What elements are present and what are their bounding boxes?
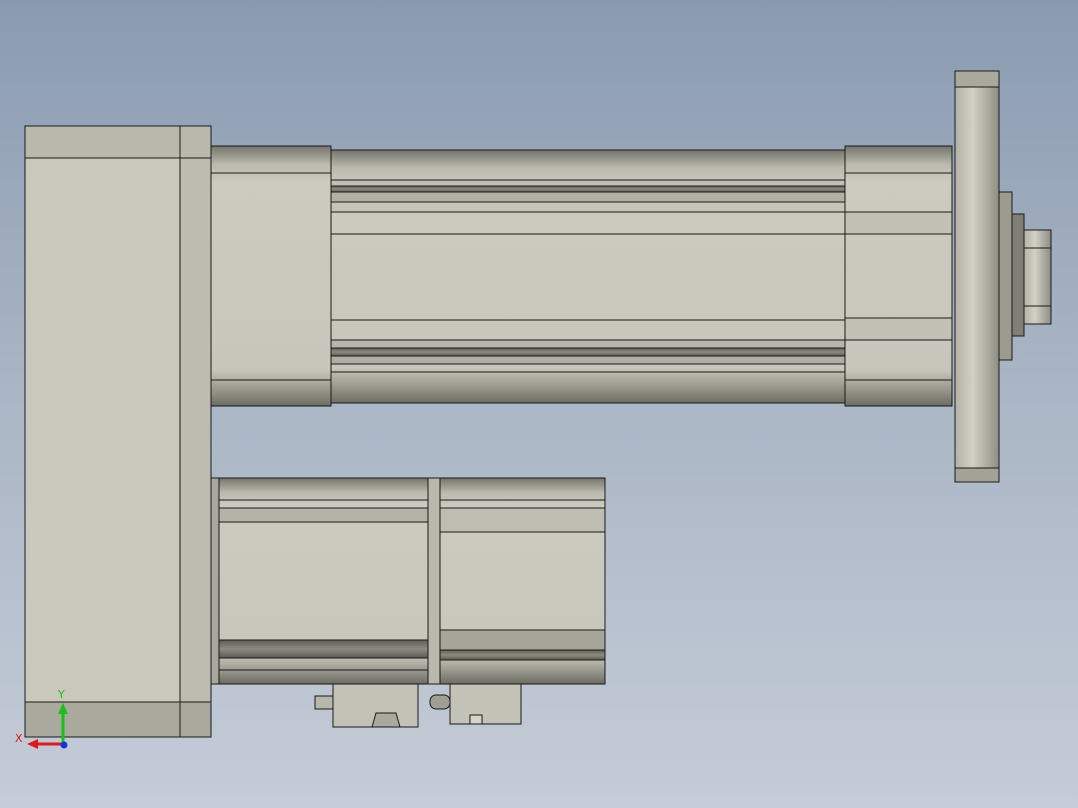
actuator-body-tube bbox=[330, 149, 846, 404]
motor-connectors bbox=[314, 683, 522, 728]
triad-y-label: Y bbox=[58, 688, 65, 701]
actuator-base-block bbox=[210, 145, 332, 407]
mounting-flange bbox=[954, 70, 1000, 483]
triad-x-label: X bbox=[15, 732, 23, 745]
servo-motor bbox=[210, 477, 606, 685]
actuator-front-block bbox=[844, 145, 953, 407]
rod-end-nut bbox=[998, 191, 1052, 361]
gearbox-housing bbox=[24, 125, 212, 738]
cad-model-view[interactable] bbox=[0, 0, 1078, 808]
triad-x-arrow bbox=[27, 739, 38, 749]
graphics-viewport[interactable]: X Y bbox=[0, 0, 1078, 808]
triad-z-origin bbox=[60, 741, 68, 749]
